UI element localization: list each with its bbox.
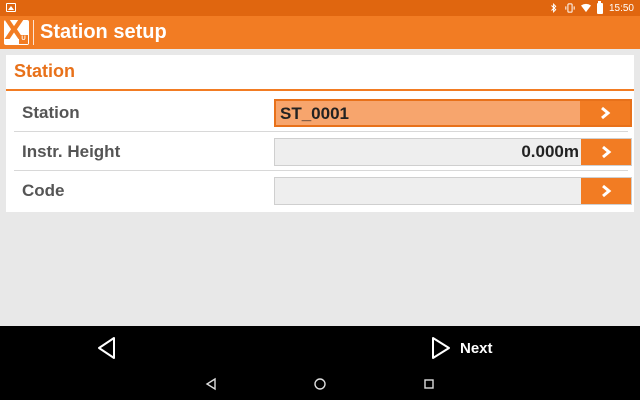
chevron-right-icon [601,106,611,120]
row-station: Station ST_0001 [14,93,632,132]
next-label: Next [460,339,493,357]
row-label-instr-height: Instr. Height [22,142,121,161]
station-value: ST_0001 [280,104,349,123]
instr-height-select-button[interactable] [581,139,631,165]
back-button[interactable] [94,335,120,361]
bottom-action-bar: Next [0,326,640,369]
chevron-right-icon [602,145,612,159]
station-select-button[interactable] [580,101,630,125]
nav-recents-icon[interactable] [423,377,435,391]
section-title: Station [14,61,75,81]
code-select-button[interactable] [581,178,631,204]
instr-height-value: 0.000m [521,142,579,161]
status-bar: 15:50 [0,0,640,16]
back-triangle-icon [98,337,115,359]
instr-height-field[interactable]: 0.000m [274,138,632,166]
row-code: Code [14,171,632,210]
next-button[interactable]: Next [430,335,493,361]
battery-icon [596,0,603,14]
row-label-code: Code [22,181,65,200]
status-icons: 15:50 [549,0,634,16]
row-instr-height: Instr. Height 0.000m [14,132,632,171]
code-field[interactable] [274,177,632,205]
section-divider [6,89,634,91]
station-field[interactable]: ST_0001 [274,99,632,127]
wifi-icon [580,3,591,13]
app-logo-icon[interactable]: X U [4,20,29,45]
next-triangle-icon [432,337,450,359]
app-bar-divider [33,20,34,45]
nav-back-icon[interactable] [205,377,217,391]
app-bar: X U Station setup [0,16,640,49]
image-icon [6,3,16,12]
status-time: 15:50 [608,2,634,14]
chevron-right-icon [602,184,612,198]
bluetooth-icon [551,3,557,13]
system-nav-bar [0,369,640,400]
vibrate-icon [565,3,575,13]
page-title: Station setup [40,21,167,43]
nav-home-icon[interactable] [313,377,327,391]
station-card: Station Station ST_0001 Instr. Height 0.… [6,55,634,212]
row-label-station: Station [22,103,80,122]
